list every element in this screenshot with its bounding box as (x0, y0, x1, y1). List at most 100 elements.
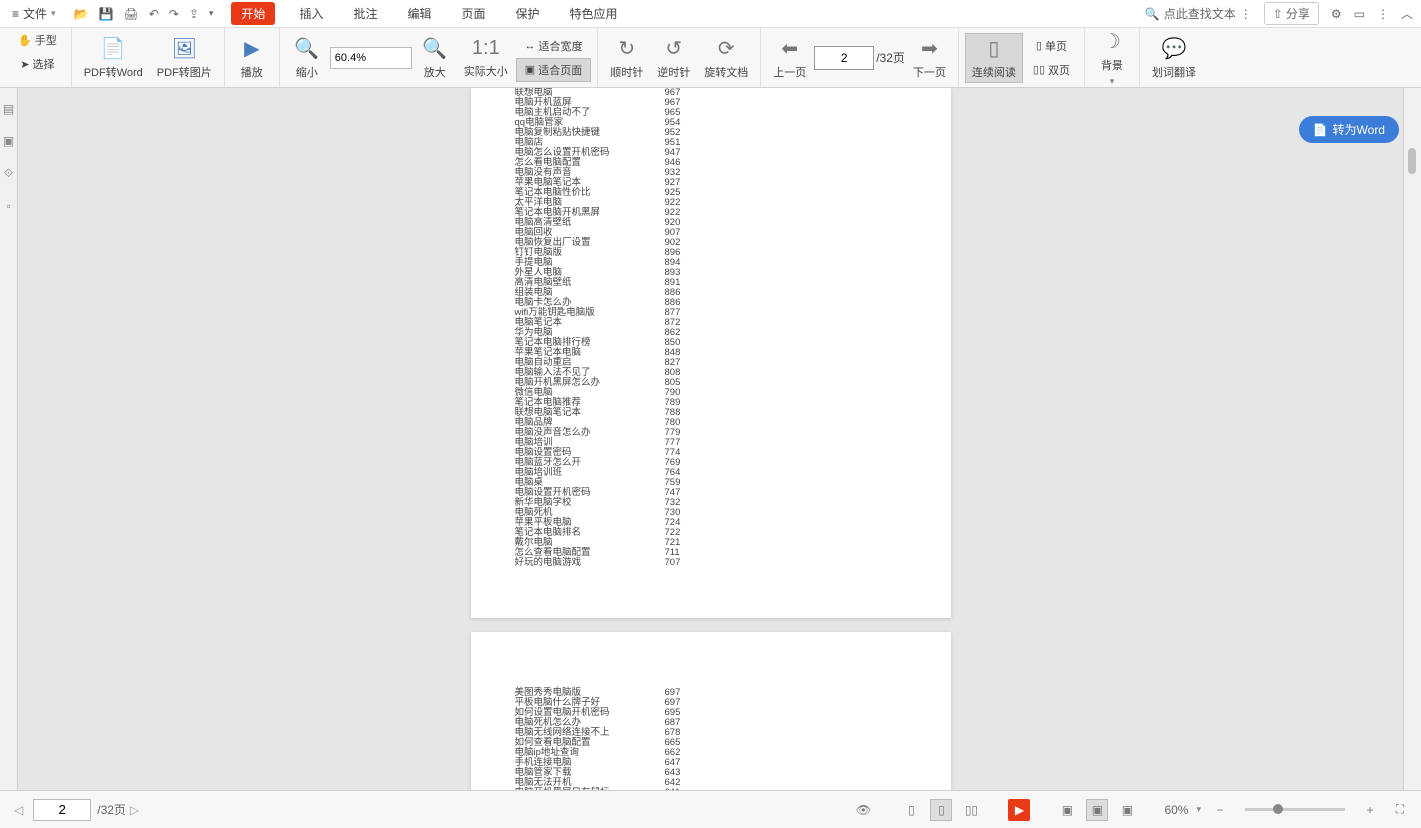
rotate-cw-button[interactable]: ↻顺时针 (604, 34, 649, 82)
fullscreen-icon[interactable]: ⛶ (1389, 799, 1411, 821)
export-icon[interactable]: ⇪ (189, 7, 199, 21)
arrow-right-icon: ➡ (921, 36, 938, 61)
convert-to-word-float-button[interactable]: 📄 转为Word (1299, 116, 1399, 143)
double-page-icon: ▯▯ (1033, 63, 1045, 76)
status-next-icon[interactable]: ▷ (126, 803, 143, 817)
nav-group: ⬅上一页 /32页 ➡下一页 (761, 28, 959, 87)
table-row: 外星人电脑893 (515, 268, 907, 278)
status-actual-size-icon[interactable]: ▣ (1116, 799, 1138, 821)
document-viewer[interactable]: 联想电脑967电脑开机蓝屏967电脑主机启动不了965qq电脑管家954电脑复制… (18, 88, 1403, 790)
tab-page[interactable]: 页面 (455, 2, 491, 25)
status-play-icon[interactable]: ▶ (1008, 799, 1030, 821)
zoom-slider[interactable] (1245, 808, 1345, 811)
search-placeholder: 点此查找文本 (1164, 5, 1236, 22)
share-button[interactable]: ⇧ 分享 (1264, 2, 1319, 25)
eye-protect-icon[interactable]: 👁 (852, 799, 874, 821)
background-button[interactable]: ☽背景▾ (1091, 27, 1133, 89)
file-label: 文件 (23, 5, 47, 22)
status-double-view-icon[interactable]: ▯▯ (960, 799, 982, 821)
pdf-to-word-button[interactable]: 📄PDF转Word (78, 34, 149, 82)
undo-icon[interactable]: ↶ (149, 7, 159, 21)
status-prev-icon[interactable]: ◁ (10, 803, 27, 817)
fit-page-button[interactable]: ▣适合页面 (516, 58, 591, 82)
file-menu[interactable]: ≡ 文件 ▾ (8, 3, 60, 24)
actual-size-button[interactable]: 1:1实际大小 (458, 35, 514, 81)
find-text[interactable]: 🔍 点此查找文本 ⋮ (1145, 5, 1252, 22)
sidebar-more-icon[interactable]: ▫ (6, 199, 10, 213)
zoom-group: 🔍缩小 🔍放大 1:1实际大小 ↔适合宽度 ▣适合页面 (280, 28, 598, 87)
status-fit-width-icon[interactable]: ▣ (1086, 799, 1108, 821)
sidebar-bookmarks-icon[interactable]: ▣ (3, 134, 14, 148)
double-page-button[interactable]: ▯▯双页 (1025, 58, 1078, 82)
cursor-icon: ➤ (20, 58, 29, 71)
status-continuous-view-icon[interactable]: ▯ (930, 799, 952, 821)
rotate-doc-button[interactable]: ⟳旋转文档 (698, 34, 754, 82)
status-single-view-icon[interactable]: ▯ (900, 799, 922, 821)
word-translate-button[interactable]: 💬划词翻译 (1146, 34, 1202, 82)
collapse-icon[interactable]: ︿ (1401, 5, 1413, 22)
fit-width-label: 适合宽度 (539, 38, 583, 54)
background-label: 背景 (1101, 57, 1123, 73)
select-tool[interactable]: ➤选择 (12, 52, 62, 76)
rotate-cw-label: 顺时针 (610, 64, 643, 80)
zoom-dropdown-icon[interactable]: ▾ (1196, 804, 1201, 815)
next-page-button[interactable]: ➡ 下一页 (907, 34, 952, 82)
sidebar-attachments-icon[interactable]: ⟐ (4, 166, 13, 181)
single-page-button[interactable]: ▯单页 (1025, 34, 1078, 58)
tab-insert[interactable]: 插入 (293, 2, 329, 25)
rotate-group: ↻顺时针 ↺逆时针 ⟳旋转文档 (598, 28, 761, 87)
tab-edit[interactable]: 编辑 (401, 2, 437, 25)
menu-tabs: 开始 插入 批注 编辑 页面 保护 特色应用 (231, 2, 623, 25)
redo-icon[interactable]: ↷ (169, 7, 179, 21)
table-row: 好玩的电脑游戏707 (515, 558, 907, 568)
tab-start[interactable]: 开始 (231, 2, 275, 25)
pdf2word-label: PDF转Word (84, 64, 143, 80)
scrollbar-thumb[interactable] (1408, 148, 1416, 174)
continuous-read-button[interactable]: ▯连续阅读 (965, 33, 1023, 83)
status-page-input[interactable] (33, 799, 91, 821)
actual-size-label: 实际大小 (464, 63, 508, 79)
skin-icon[interactable]: ▭ (1354, 7, 1365, 21)
table-row: 电脑恢复出厂设置902 (515, 238, 907, 248)
word-convert-icon: 📄 (1313, 123, 1328, 137)
settings-icon[interactable]: ⚙ (1331, 7, 1342, 21)
zoom-plus-icon[interactable]: + (1359, 799, 1381, 821)
play-button[interactable]: ▶播放 (231, 34, 273, 82)
single-page-label: 单页 (1045, 38, 1067, 54)
page-number-input[interactable] (814, 46, 874, 70)
tab-special[interactable]: 特色应用 (564, 2, 624, 25)
zoom-minus-icon[interactable]: − (1209, 799, 1231, 821)
zoom-slider-knob[interactable] (1273, 804, 1283, 814)
zoom-input[interactable] (330, 47, 412, 69)
rotate-ccw-button[interactable]: ↺逆时针 (651, 34, 696, 82)
table-row: 电脑培训班764 (515, 468, 907, 478)
zoom-in-button[interactable]: 🔍放大 (414, 34, 456, 82)
table-row: 电脑死机730 (515, 508, 907, 518)
hand-tool[interactable]: ✋手型 (10, 28, 65, 52)
vertical-scrollbar[interactable] (1403, 88, 1421, 790)
status-fit-page-icon[interactable]: ▣ (1056, 799, 1078, 821)
prev-page-button[interactable]: ⬅上一页 (767, 34, 812, 82)
chevron-down-icon: ▾ (1110, 76, 1115, 87)
hand-icon: ✋ (18, 34, 32, 47)
zoom-out-button[interactable]: 🔍缩小 (286, 34, 328, 82)
table-row: 电脑开机黑屏怎么办805 (515, 378, 907, 388)
table-row: 新华电脑学校732 (515, 498, 907, 508)
save-icon[interactable]: 💾 (99, 7, 114, 21)
status-right-tools: 👁 ▯ ▯ ▯▯ ▶ ▣ ▣ ▣ 60% ▾ − + ⛶ (852, 799, 1411, 821)
print-icon[interactable]: 🖨 (123, 7, 138, 21)
table-row: 电脑培训777 (515, 438, 907, 448)
pdf-to-image-button[interactable]: 🖼PDF转图片 (151, 34, 218, 82)
sidebar-thumbnails-icon[interactable]: ▤ (3, 102, 14, 116)
next-page-label: 下一页 (913, 64, 946, 80)
more-menu-icon[interactable]: ⋮ (1377, 7, 1389, 21)
convert-group: 📄PDF转Word 🖼PDF转图片 (72, 28, 225, 87)
status-total-pages: /32页 (97, 801, 126, 818)
table-row: 手提电脑894 (515, 258, 907, 268)
tab-protect[interactable]: 保护 (510, 2, 546, 25)
tab-annotate[interactable]: 批注 (347, 2, 383, 25)
fit-width-button[interactable]: ↔适合宽度 (516, 34, 591, 58)
qat-dropdown-icon[interactable]: ▾ (209, 8, 214, 19)
open-icon[interactable]: 📂 (74, 7, 89, 21)
row-value: 707 (665, 558, 679, 568)
